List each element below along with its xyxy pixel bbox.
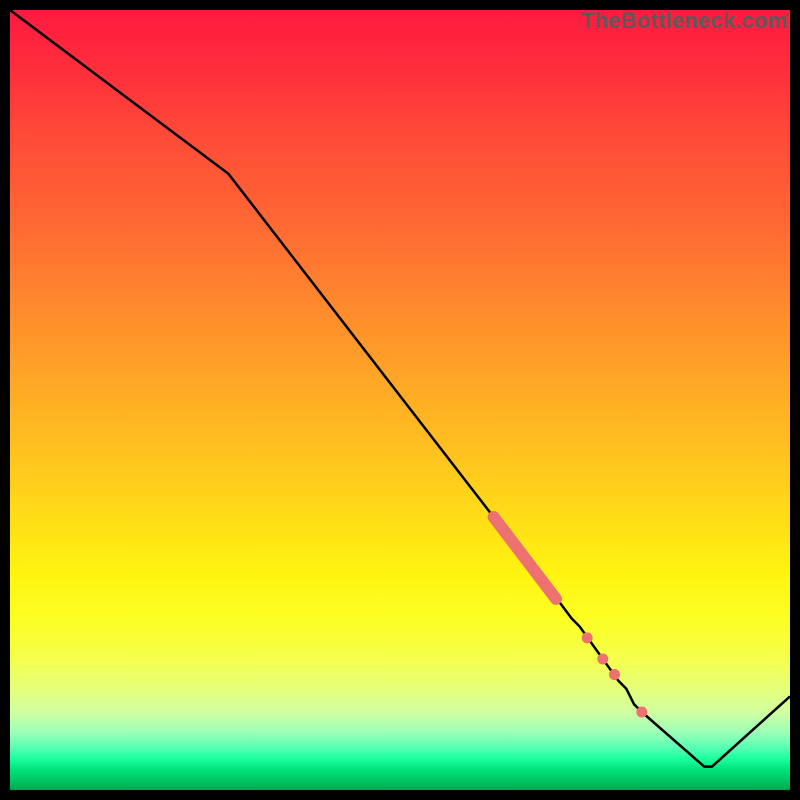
data-point-marker [609,669,620,680]
chart-frame: TheBottleneck.com [0,0,800,800]
data-highlight-segment [494,517,556,599]
plot-area [10,10,790,790]
data-point-marker [582,632,593,643]
data-point-marker [636,707,647,718]
bottleneck-curve [10,10,790,767]
data-point-marker [597,653,608,664]
chart-overlay [10,10,790,790]
